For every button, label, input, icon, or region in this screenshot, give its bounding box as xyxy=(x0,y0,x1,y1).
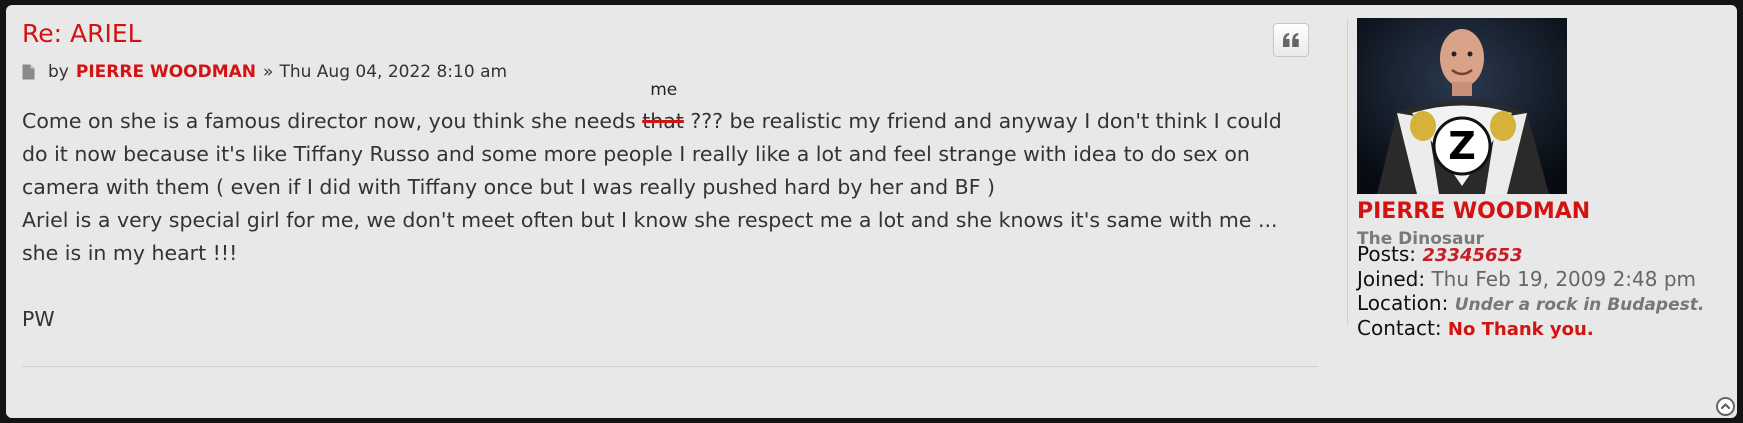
contact-value[interactable]: No Thank you. xyxy=(1448,319,1594,340)
location-label: Location: xyxy=(1357,291,1449,315)
struck-word: that xyxy=(642,109,684,133)
profile-posts: Posts: 23345653 xyxy=(1357,242,1523,266)
post-panel: Re: ARIEL by PIERRE WOODMAN » Thu Aug 04… xyxy=(6,5,1737,418)
content-line: Ariel is a very special girl for me, we … xyxy=(22,208,1278,232)
avatar-letter: Z xyxy=(1448,124,1476,168)
inserted-word: me xyxy=(650,80,678,100)
profile-contact: Contact: No Thank you. xyxy=(1357,316,1594,340)
content-line: do it now because it's like Tiffany Russ… xyxy=(22,142,1250,166)
separator: » xyxy=(263,62,274,82)
by-label: by xyxy=(48,62,69,82)
contact-label: Contact: xyxy=(1357,316,1442,340)
profile-divider xyxy=(1347,19,1348,324)
content-line: camera with them ( even if I did with Ti… xyxy=(22,175,995,199)
profile-location: Location: Under a rock in Budapest. xyxy=(1357,291,1704,315)
profile-username[interactable]: PIERRE WOODMAN xyxy=(1357,199,1590,224)
post-title[interactable]: Re: ARIEL xyxy=(22,19,142,48)
back-to-top-button[interactable] xyxy=(1716,397,1735,416)
quote-icon xyxy=(1282,32,1300,48)
chevron-up-icon xyxy=(1720,397,1731,416)
quote-button[interactable] xyxy=(1273,23,1309,57)
joined-label: Joined: xyxy=(1357,267,1426,291)
content-text: Come on she is a famous director now, yo… xyxy=(22,109,643,133)
edit-correction: that me xyxy=(642,80,684,133)
post-body: Re: ARIEL by PIERRE WOODMAN » Thu Aug 04… xyxy=(22,15,1318,415)
profile-joined: Joined: Thu Feb 19, 2009 2:48 pm xyxy=(1357,267,1696,291)
post-author-line: by PIERRE WOODMAN » Thu Aug 04, 2022 8:1… xyxy=(22,62,507,82)
content-line: she is in my heart !!! xyxy=(22,241,238,265)
posts-label: Posts: xyxy=(1357,242,1417,266)
content-text: ??? be realistic my friend and anyway I … xyxy=(683,109,1282,133)
post-author-link[interactable]: PIERRE WOODMAN xyxy=(76,62,256,82)
avatar[interactable]: Z xyxy=(1357,18,1567,194)
posts-value[interactable]: 23345653 xyxy=(1422,245,1522,266)
location-value: Under a rock in Budapest. xyxy=(1454,295,1705,315)
post-content: Come on she is a famous director now, yo… xyxy=(22,80,1322,336)
document-icon[interactable] xyxy=(22,64,36,80)
joined-value: Thu Feb 19, 2009 2:48 pm xyxy=(1431,267,1697,291)
post-divider xyxy=(22,366,1318,367)
content-line: Come on she is a famous director now, yo… xyxy=(22,80,1322,138)
signature: PW xyxy=(22,307,55,331)
post-date: Thu Aug 04, 2022 8:10 am xyxy=(279,62,508,82)
